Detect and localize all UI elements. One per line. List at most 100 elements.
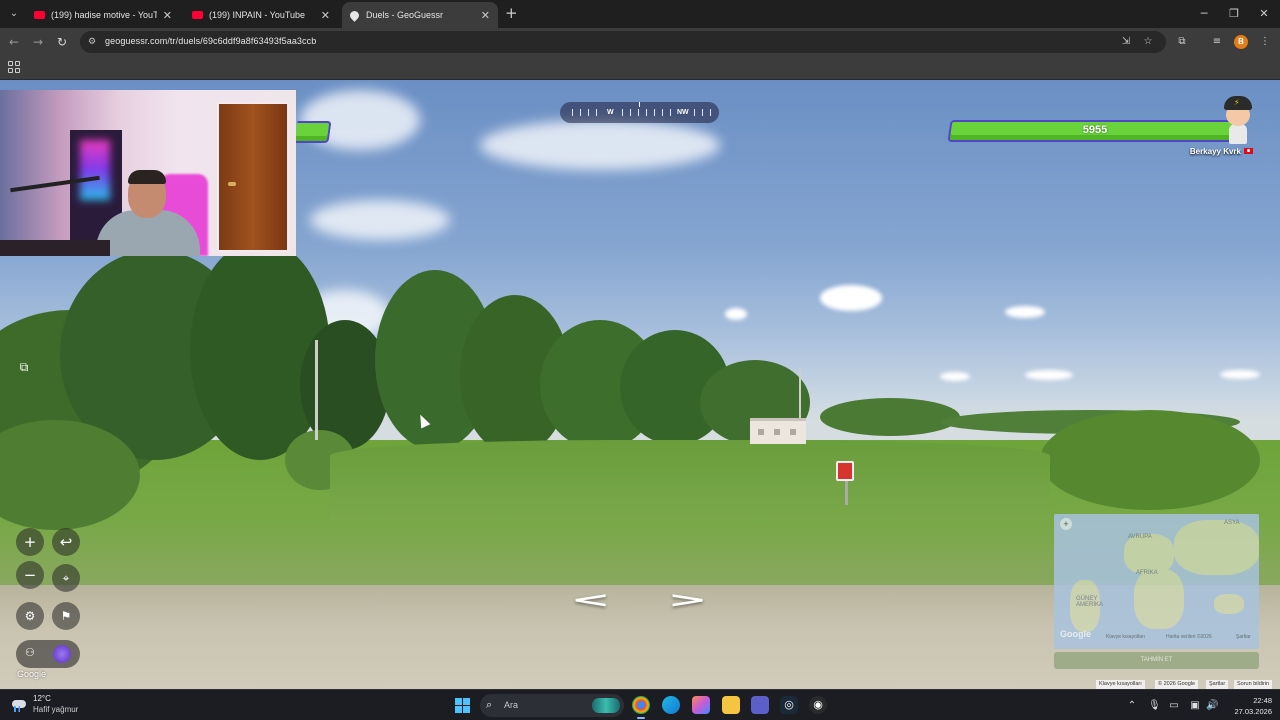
- site-info-icon[interactable]: ⚙: [88, 36, 100, 48]
- report-problem-link[interactable]: Sorun bildirin: [1234, 680, 1273, 689]
- file-explorer-icon[interactable]: [722, 696, 740, 714]
- emote-selector[interactable]: ⚇: [16, 640, 80, 668]
- chrome-icon[interactable]: [632, 696, 650, 719]
- restore-icon[interactable]: ❐: [1227, 7, 1241, 21]
- microphone-icon[interactable]: 🎙: [1148, 700, 1161, 712]
- google-logo: Google: [17, 669, 47, 679]
- asia-landmass: [1174, 520, 1259, 575]
- keyboard-shortcuts-link[interactable]: Klavye kısayolları: [1096, 680, 1145, 689]
- minimap-terms[interactable]: Şartlar: [1236, 634, 1251, 640]
- webcam-overlay: [0, 90, 296, 256]
- edge-icon[interactable]: [662, 696, 680, 714]
- steam-icon[interactable]: ◎: [780, 696, 798, 714]
- lightning-bolt-icon: ⚡: [1234, 98, 1240, 107]
- profile-avatar[interactable]: B: [1234, 35, 1248, 49]
- new-tab-plus-icon[interactable]: +: [505, 6, 519, 21]
- cloud: [1025, 370, 1073, 380]
- cloud: [940, 372, 970, 381]
- move-left-arrow[interactable]: <: [570, 588, 610, 613]
- url-text: geoguessr.com/tr/duels/69c6ddf9a8f63493f…: [105, 36, 317, 46]
- copilot-icon[interactable]: [692, 696, 710, 714]
- zoom-out-button[interactable]: −: [16, 561, 44, 589]
- clock-date: 27.03.2026: [1234, 707, 1272, 716]
- game-launcher-icon[interactable]: ◉: [809, 696, 827, 714]
- cloud: [310, 200, 450, 240]
- kebab-menu-icon[interactable]: ⋮: [1258, 35, 1272, 49]
- south-america-label: GÜNEY AMERİKA: [1076, 596, 1104, 608]
- people-icon: ⚇: [25, 646, 35, 659]
- player-health-value: 5955: [1082, 124, 1108, 136]
- settings-gear-icon[interactable]: ⚙: [16, 602, 44, 630]
- cloud: [1005, 306, 1045, 318]
- player-avatar: ⚡: [1220, 94, 1256, 146]
- minimap-zoom-icon[interactable]: +: [1060, 518, 1072, 530]
- tab-youtube-inpain[interactable]: (199) INPAIN - YouTube ✕: [184, 2, 338, 28]
- flag-checkpoint-icon[interactable]: ⚑: [52, 602, 80, 630]
- close-tab-icon[interactable]: ✕: [481, 9, 490, 22]
- volume-icon[interactable]: 🔊: [1206, 700, 1218, 712]
- tab-geoguessr-duels[interactable]: Duels - GeoGuessr ✕: [342, 2, 498, 28]
- bush: [1040, 410, 1260, 510]
- return-to-start-pin-icon[interactable]: ⌖: [52, 564, 80, 592]
- search-highlight-image: [592, 698, 620, 713]
- minimize-icon[interactable]: ─: [1197, 7, 1211, 21]
- extensions-puzzle-icon[interactable]: ⧉: [1175, 35, 1189, 49]
- road-sign: [836, 461, 854, 481]
- copyright-text: © 2026 Google: [1155, 680, 1199, 689]
- phone-link-icon[interactable]: ▭: [1168, 700, 1180, 712]
- minimap-google-logo: Google: [1060, 629, 1091, 639]
- system-clock[interactable]: 22:48 27.03.2026: [1224, 695, 1272, 717]
- europe-landmass: [1124, 534, 1174, 574]
- guess-button[interactable]: TAHMİN ET: [1054, 652, 1259, 669]
- network-icon[interactable]: ▣: [1189, 700, 1201, 712]
- windows-start-icon[interactable]: [455, 698, 470, 713]
- windows-taskbar: 12°C Hafif yağmur ⌕ Ara ◎ ◉ ⌃ 🎙 ▭ ▣ 🔊 22…: [0, 689, 1280, 720]
- panorama-layers-icon[interactable]: ⧉: [15, 358, 33, 376]
- cloud: [1220, 370, 1260, 379]
- back-arrow-icon[interactable]: ←: [6, 34, 22, 50]
- move-right-arrow[interactable]: >: [667, 588, 707, 613]
- youtube-icon: [192, 11, 203, 19]
- teams-icon[interactable]: [751, 696, 769, 714]
- street-view-panorama[interactable]: W NW 5955 Berkayy Kvrk ⚡ ⧉ + ↩ − ⌖ ⚙ ⚑ ⚇…: [0, 80, 1280, 689]
- forward-arrow-icon[interactable]: →: [30, 34, 46, 50]
- tab-search-chevron-icon[interactable]: ⌄: [6, 6, 22, 22]
- utility-pole: [315, 340, 318, 440]
- opponent-health-bar: [294, 121, 332, 143]
- browser-tab-strip: ⌄ (199) hadise motive - YouTube ✕ (199) …: [0, 0, 1280, 28]
- africa-label: AFRİKA: [1136, 570, 1158, 576]
- weather-rain-icon[interactable]: [10, 696, 28, 712]
- zoom-in-button[interactable]: +: [16, 528, 44, 556]
- cloud: [480, 120, 720, 170]
- turkey-flag-icon: [1244, 148, 1253, 154]
- undo-move-button[interactable]: ↩: [52, 528, 80, 556]
- weather-temperature[interactable]: 12°C: [33, 694, 51, 703]
- tab-title: (199) hadise motive - YouTube: [51, 10, 157, 20]
- tab-youtube-hadise[interactable]: (199) hadise motive - YouTube ✕: [26, 2, 180, 28]
- taskbar-search[interactable]: ⌕ Ara: [480, 694, 624, 717]
- guess-minimap[interactable]: + ASYA AVRUPA AFRİKA GÜNEY AMERİKA Googl…: [1054, 514, 1259, 649]
- media-controls-icon[interactable]: ≡: [1210, 35, 1224, 49]
- tray-overflow-chevron-icon[interactable]: ⌃: [1126, 700, 1138, 712]
- terms-link[interactable]: Şartlar: [1206, 680, 1229, 689]
- europe-label: AVRUPA: [1128, 534, 1152, 540]
- close-tab-icon[interactable]: ✕: [321, 9, 330, 22]
- weather-description[interactable]: Hafif yağmur: [33, 705, 78, 714]
- search-placeholder: Ara: [504, 700, 519, 710]
- address-bar[interactable]: ⚙ geoguessr.com/tr/duels/69c6ddf9a8f6349…: [80, 31, 1166, 53]
- install-app-icon[interactable]: ⇲: [1120, 36, 1132, 48]
- cloud: [820, 285, 882, 311]
- bookmark-star-icon[interactable]: ☆: [1142, 36, 1154, 48]
- africa-landmass: [1134, 569, 1184, 629]
- compass: W NW: [560, 102, 719, 123]
- compass-west-label: W: [607, 109, 614, 116]
- cloud: [725, 308, 747, 320]
- bookmarks-bar: [0, 56, 1280, 80]
- reload-icon[interactable]: ↻: [54, 34, 70, 50]
- apps-grid-icon[interactable]: [8, 61, 20, 73]
- building: [750, 418, 806, 444]
- close-tab-icon[interactable]: ✕: [163, 9, 172, 22]
- minimap-shortcuts[interactable]: Klavye kısayolları: [1106, 634, 1145, 640]
- emote-icon: [53, 645, 71, 663]
- close-window-icon[interactable]: ✕: [1257, 7, 1271, 21]
